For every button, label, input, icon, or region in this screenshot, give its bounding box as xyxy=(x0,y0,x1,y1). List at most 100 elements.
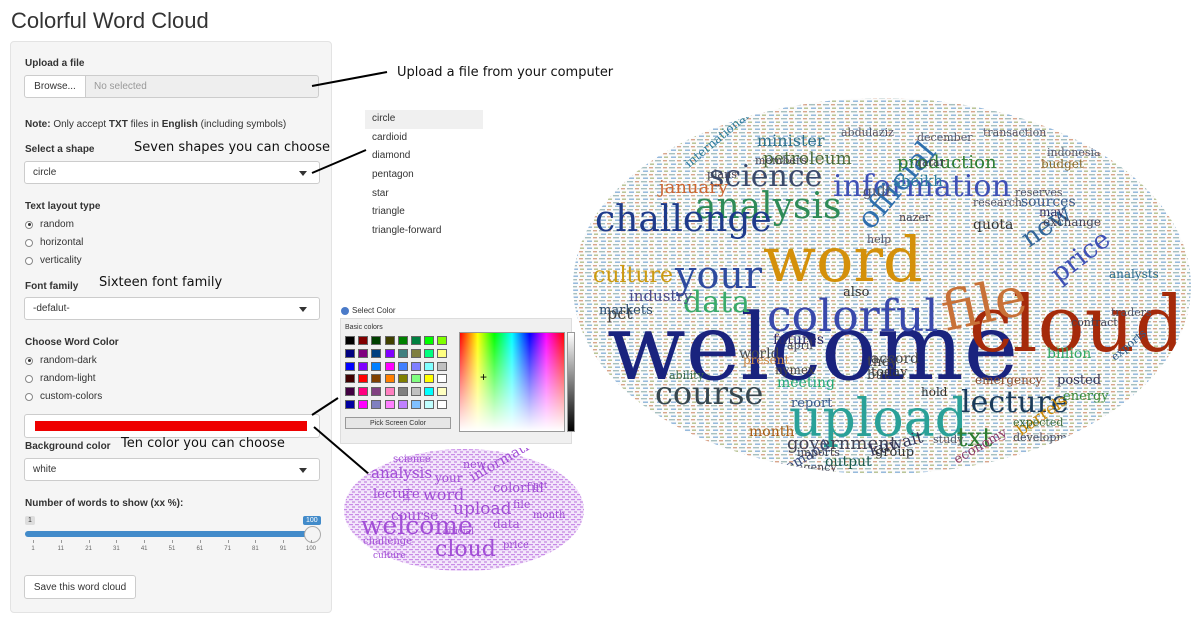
color-swatch[interactable] xyxy=(358,336,369,345)
big-cloud-word: qatar xyxy=(915,156,946,169)
color-swatch[interactable] xyxy=(437,387,448,397)
big-cloud-word: emergency xyxy=(975,373,1043,387)
big-cloud-word: gulf xyxy=(863,184,892,200)
big-cloud-word: development xyxy=(1013,431,1085,444)
color-swatch[interactable] xyxy=(371,336,382,345)
small-cloud-word: word xyxy=(423,485,464,504)
basic-colors-grid xyxy=(345,336,455,414)
color-swatch[interactable] xyxy=(384,374,395,384)
color-swatch[interactable] xyxy=(371,374,382,384)
color-swatch[interactable] xyxy=(437,336,448,345)
big-cloud-word: billion xyxy=(1047,346,1091,362)
color-swatch[interactable] xyxy=(384,348,395,358)
color-dialog-icon xyxy=(341,306,349,315)
color-swatch[interactable] xyxy=(371,361,382,371)
big-cloud-word: abdulaziz xyxy=(841,126,894,139)
small-cloud-word: file xyxy=(513,498,530,511)
color-swatch[interactable] xyxy=(397,348,408,358)
color-swatch[interactable] xyxy=(345,387,355,397)
big-cloud-word: analysts xyxy=(1109,267,1159,281)
pick-screen-color-button[interactable]: Pick Screen Color xyxy=(345,417,451,429)
annotation-line-shape xyxy=(311,149,367,174)
color-swatch[interactable] xyxy=(345,336,355,345)
color-swatch[interactable] xyxy=(437,361,448,371)
color-swatch[interactable] xyxy=(371,400,382,409)
color-swatch[interactable] xyxy=(358,348,369,358)
color-swatch[interactable] xyxy=(424,400,435,409)
shape-option[interactable]: diamond xyxy=(365,147,483,166)
hue-saturation-field[interactable]: + xyxy=(459,332,565,432)
color-swatch[interactable] xyxy=(358,374,369,384)
color-swatch[interactable] xyxy=(411,336,421,345)
color-swatch[interactable] xyxy=(437,374,448,384)
big-cloud-word: december xyxy=(917,131,973,144)
shape-option[interactable]: pentagon xyxy=(365,166,483,185)
color-swatch[interactable] xyxy=(411,348,421,358)
color-swatch[interactable] xyxy=(358,387,369,397)
color-swatch[interactable] xyxy=(345,348,355,358)
color-swatch[interactable] xyxy=(411,400,421,409)
big-cloud-word: indonesia xyxy=(1047,146,1101,159)
color-dialog-title: Select Color xyxy=(341,306,396,315)
small-cloud-word: lecture xyxy=(373,487,420,502)
color-swatch[interactable] xyxy=(411,374,421,384)
basic-colors-label: Basic colors xyxy=(345,324,383,331)
color-swatch[interactable] xyxy=(371,387,382,397)
color-swatch[interactable] xyxy=(424,387,435,397)
small-cloud-word: analysis xyxy=(371,464,432,482)
big-cloud-word: markets xyxy=(599,303,653,318)
color-swatch[interactable] xyxy=(424,336,435,345)
small-cloud-word: culture xyxy=(373,551,406,561)
color-swatch[interactable] xyxy=(397,361,408,371)
big-cloud-word: culture xyxy=(593,263,673,288)
shape-option[interactable]: triangle-forward xyxy=(365,222,483,241)
big-cloud-word: nazer xyxy=(899,211,931,224)
big-cloud-word: imports xyxy=(797,446,840,459)
color-swatch[interactable] xyxy=(384,361,395,371)
color-swatch[interactable] xyxy=(345,400,355,409)
shape-option[interactable]: star xyxy=(365,185,483,204)
small-cloud-word: data xyxy=(493,517,520,531)
color-swatch[interactable] xyxy=(384,336,395,345)
color-swatch[interactable] xyxy=(345,361,355,371)
color-swatch[interactable] xyxy=(384,387,395,397)
color-swatch[interactable] xyxy=(345,374,355,384)
big-cloud-word: study xyxy=(933,433,964,446)
color-swatch[interactable] xyxy=(411,387,421,397)
big-cloud-word: group xyxy=(875,445,914,460)
big-cloud-word: ability xyxy=(669,369,705,382)
shape-option[interactable]: cardioid xyxy=(365,129,483,148)
color-swatch[interactable] xyxy=(424,348,435,358)
big-cloud-word: transaction xyxy=(983,126,1046,139)
color-swatch[interactable] xyxy=(397,400,408,409)
big-cloud-word: energy xyxy=(1063,389,1109,404)
big-cloud-word: challenge xyxy=(595,199,772,240)
main-word-cloud: welcomecloudworduploadcolorfulfilelectur… xyxy=(573,98,1191,474)
shape-option[interactable]: circle xyxy=(365,110,483,129)
color-swatch[interactable] xyxy=(397,374,408,384)
big-cloud-word: april xyxy=(787,339,813,352)
color-swatch[interactable] xyxy=(437,348,448,358)
shape-options-list: circle cardioid diamond pentagon star tr… xyxy=(365,110,483,241)
small-cloud-word: cloud xyxy=(435,537,496,562)
color-swatch[interactable] xyxy=(411,361,421,371)
color-swatch[interactable] xyxy=(437,400,448,409)
color-swatch[interactable] xyxy=(358,361,369,371)
small-cloud-word: science xyxy=(393,454,431,465)
big-cloud-word: members xyxy=(755,154,807,167)
color-swatch[interactable] xyxy=(358,400,369,409)
color-swatch[interactable] xyxy=(397,387,408,397)
color-swatch[interactable] xyxy=(397,336,408,345)
color-swatch[interactable] xyxy=(424,374,435,384)
small-cloud-word: month xyxy=(533,510,566,521)
small-word-cloud: welcomeclouduploadwordanalysislecturecou… xyxy=(344,448,584,571)
big-cloud-word: reserves xyxy=(1015,186,1063,199)
color-swatch[interactable] xyxy=(384,400,395,409)
small-cloud-word: your xyxy=(434,471,463,485)
shape-option[interactable]: triangle xyxy=(365,203,483,222)
small-cloud-word: price xyxy=(503,540,529,551)
color-swatch[interactable] xyxy=(371,348,382,358)
color-swatch[interactable] xyxy=(424,361,435,371)
small-cloud-word: challenge xyxy=(363,536,412,547)
small-cloud-word: course xyxy=(391,508,438,524)
